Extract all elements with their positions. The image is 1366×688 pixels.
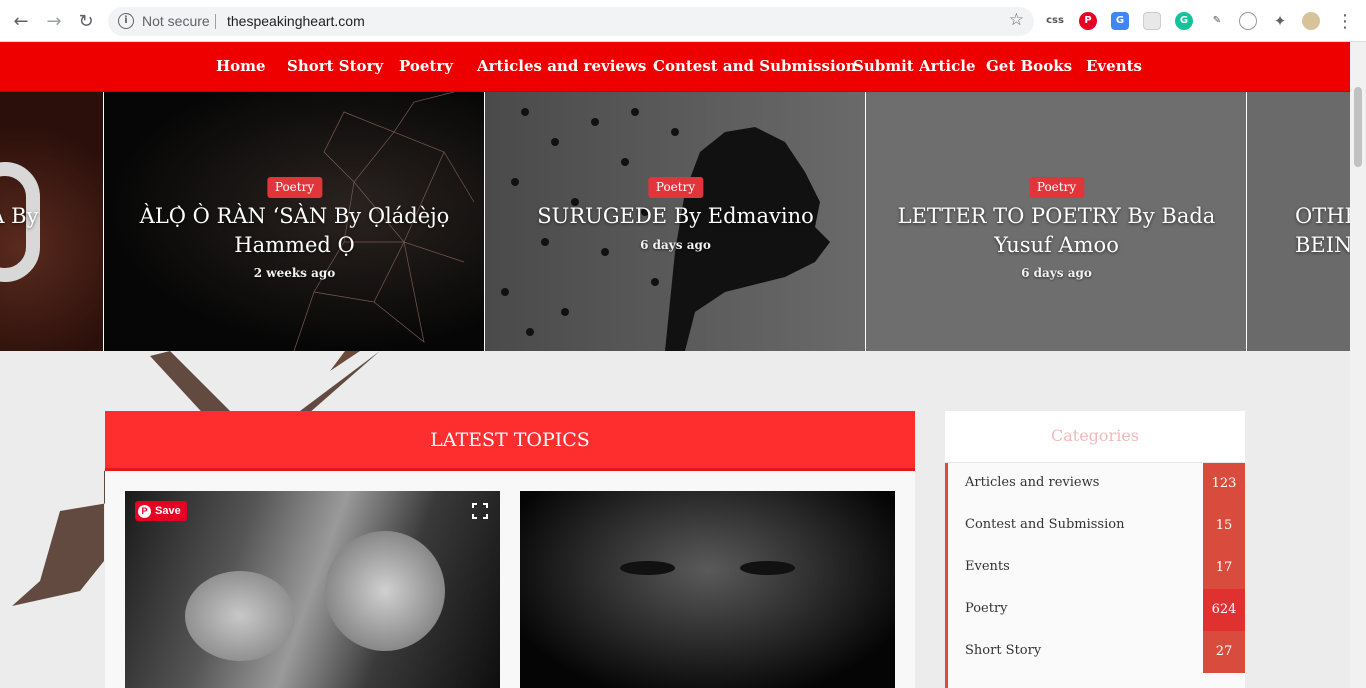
security-label[interactable]: Not secure (142, 13, 210, 29)
info-icon[interactable]: i (118, 13, 134, 29)
category-item[interactable]: Contest and Submission 15 (945, 505, 1245, 547)
category-item[interactable] (945, 673, 1245, 688)
category-count: 15 (1203, 505, 1245, 547)
featured-slider: TEA By Poetry ÀLỌ̀ Ò RÀN ‘SÀN By Ọládèjọ… (0, 92, 1350, 351)
category-name[interactable]: Contest and Submission (965, 517, 1124, 532)
category-badge[interactable]: Poetry (1028, 177, 1085, 198)
forward-icon[interactable]: → (43, 10, 65, 32)
bookmark-star-icon[interactable]: ☆ (1009, 10, 1024, 30)
translate-icon[interactable]: G (1111, 12, 1129, 30)
pinterest-icon[interactable]: P (1079, 12, 1097, 30)
nav-poetry[interactable]: Poetry (399, 57, 453, 75)
slide[interactable]: Poetry ÀLỌ̀ Ò RÀN ‘SÀN By Ọládèjọ Hammed… (104, 92, 485, 351)
slide-title[interactable]: TEA By (0, 202, 103, 231)
nav-contest-submission[interactable]: Contest and Submission (653, 57, 857, 75)
puzzle-icon[interactable]: ✦ (1271, 12, 1289, 30)
ext-icon[interactable] (1239, 12, 1257, 30)
reload-icon[interactable]: ↻ (75, 10, 97, 32)
latest-topics-section: LATEST TOPICS P Save (105, 411, 915, 688)
category-badge[interactable]: Poetry (266, 177, 323, 198)
category-count: 17 (1203, 547, 1245, 589)
category-count: 123 (1203, 463, 1245, 505)
post-card-image[interactable] (520, 491, 895, 688)
face-image (185, 571, 295, 661)
slide-time: 6 days ago (640, 238, 711, 252)
category-item[interactable]: Articles and reviews 123 (945, 463, 1245, 505)
save-label: Save (155, 505, 181, 517)
category-item[interactable]: Events 17 (945, 547, 1245, 589)
category-item[interactable]: Poetry 624 (945, 589, 1245, 631)
divider (215, 14, 216, 29)
category-name[interactable]: Articles and reviews (965, 475, 1099, 490)
latest-topics-heading: LATEST TOPICS (105, 411, 915, 471)
ext-icon[interactable] (1143, 12, 1161, 30)
browser-toolbar: ← → ↻ i Not secure thespeakingheart.com … (0, 0, 1366, 42)
slide[interactable]: Poetry LETTER TO POETRY By Bada Yusuf Am… (866, 92, 1247, 351)
site-nav: Home Short Story Poetry Articles and rev… (0, 42, 1350, 92)
category-name[interactable]: Poetry (965, 601, 1008, 616)
slide[interactable]: OTHE BEIN (1247, 92, 1350, 351)
back-icon[interactable]: ← (10, 10, 32, 32)
eye-image (740, 561, 795, 575)
category-count: 27 (1203, 631, 1245, 673)
menu-dots-icon[interactable]: ⋮ (1334, 10, 1356, 32)
face-image (325, 531, 445, 651)
nav-short-story[interactable]: Short Story (287, 57, 383, 75)
slide[interactable]: Poetry SURUGEDE By Edmavino 6 days ago (485, 92, 866, 351)
slide-time: 2 weeks ago (253, 266, 336, 280)
page-scrollbar[interactable] (1350, 42, 1366, 688)
pinterest-icon: P (138, 504, 151, 518)
slide-title[interactable]: OTHE BEIN (1295, 202, 1350, 260)
nav-events[interactable]: Events (1086, 57, 1142, 75)
slide-title[interactable]: SURUGEDE By Edmavino (515, 202, 836, 231)
url-text[interactable]: thespeakingheart.com (227, 13, 365, 29)
categories-heading: Categories (945, 411, 1245, 463)
category-count: 624 (1203, 589, 1245, 631)
scrollbar-thumb[interactable] (1354, 87, 1362, 167)
eyedropper-icon[interactable]: ✎ (1208, 12, 1226, 30)
expand-icon[interactable] (472, 503, 488, 519)
nav-get-books[interactable]: Get Books (986, 57, 1072, 75)
nav-articles-reviews[interactable]: Articles and reviews (477, 57, 646, 75)
grammarly-icon[interactable]: G (1175, 12, 1193, 30)
css-icon[interactable]: css (1046, 12, 1064, 30)
slide-title[interactable]: ÀLỌ̀ Ò RÀN ‘SÀN By Ọládèjọ Hammed Ọ (134, 202, 455, 260)
slide-time: 6 days ago (1021, 266, 1092, 280)
address-bar[interactable]: i Not secure thespeakingheart.com ☆ (108, 7, 1034, 36)
pinterest-save-button[interactable]: P Save (135, 501, 187, 521)
category-name[interactable]: Events (965, 559, 1010, 574)
post-card-image[interactable]: P Save (125, 491, 500, 688)
category-badge[interactable]: Poetry (647, 177, 704, 198)
category-name[interactable]: Short Story (965, 643, 1041, 658)
slide[interactable]: TEA By (0, 92, 104, 351)
profile-avatar[interactable] (1302, 12, 1320, 30)
slide-title[interactable]: LETTER TO POETRY By Bada Yusuf Amoo (896, 202, 1217, 260)
categories-widget: Categories Articles and reviews 123 Cont… (945, 411, 1245, 688)
nav-submit-article[interactable]: Submit Article (853, 57, 976, 75)
eye-image (620, 561, 675, 575)
category-item[interactable]: Short Story 27 (945, 631, 1245, 673)
nav-home[interactable]: Home (216, 57, 266, 75)
